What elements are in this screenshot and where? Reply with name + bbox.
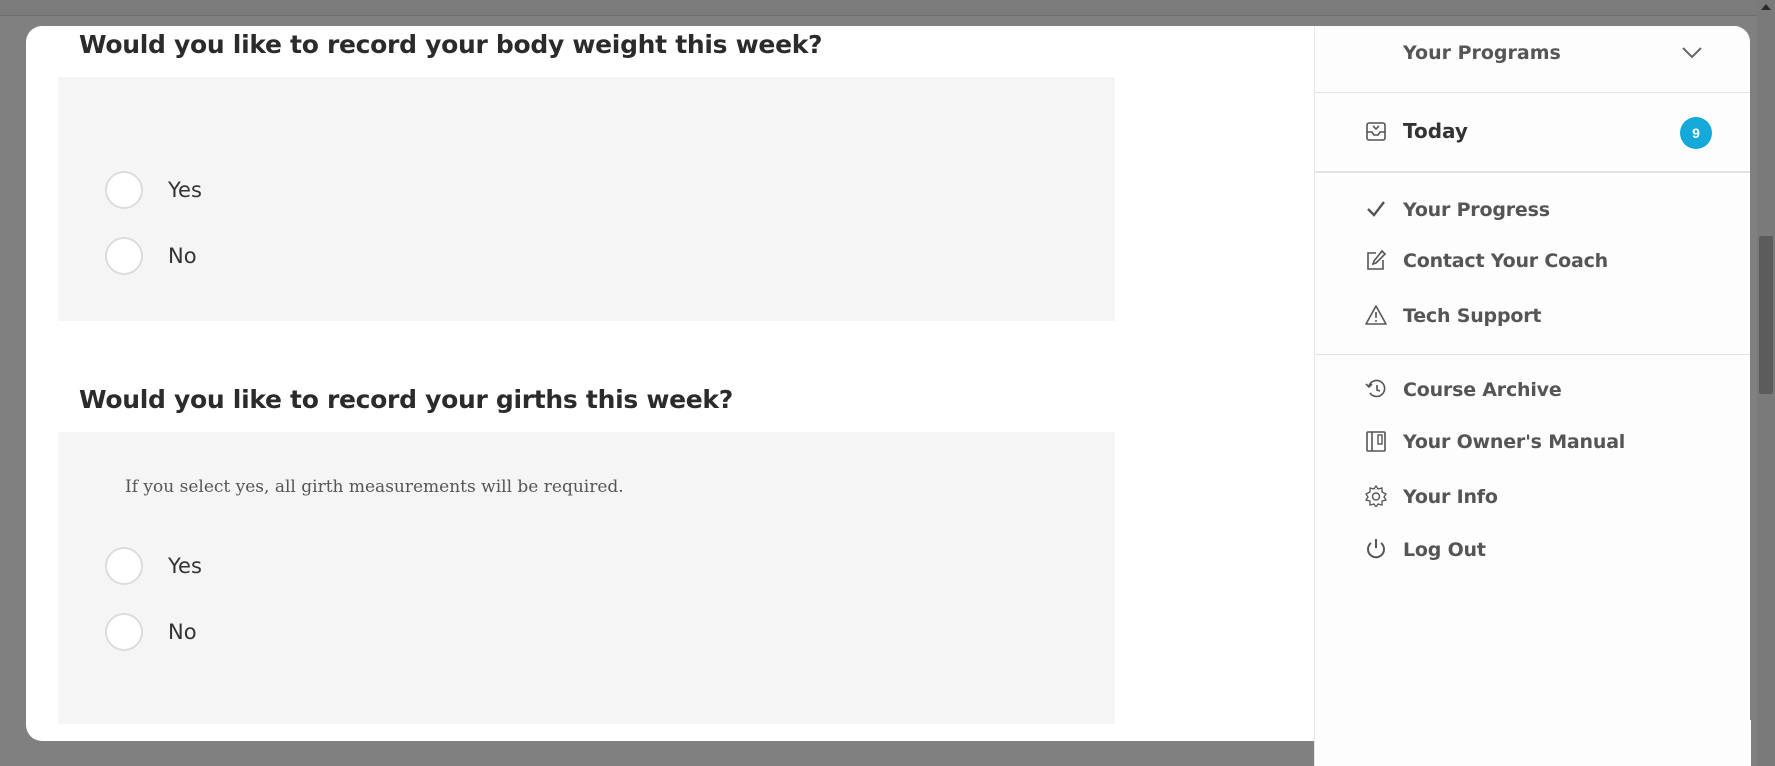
power-icon <box>1365 538 1387 560</box>
question-title-body-weight: Would you like to record your body weigh… <box>79 30 823 59</box>
radio-label: Yes <box>168 554 202 578</box>
scroll-up-arrow-icon[interactable] <box>1761 4 1771 10</box>
navigation-sidebar: Your Programs Today 9 Your Progress Cont… <box>1314 26 1750 741</box>
questionnaire-panel: Would you like to record your body weigh… <box>26 26 1314 741</box>
radio-option-girths-yes[interactable]: Yes <box>105 547 202 585</box>
sidebar-item-label: Course Archive <box>1403 379 1562 401</box>
sidebar-item-label: Contact Your Coach <box>1403 250 1608 272</box>
sidebar-item-label: Tech Support <box>1403 305 1542 327</box>
radio-label: No <box>168 244 197 268</box>
sidebar-item-contact-your-coach[interactable]: Contact Your Coach <box>1315 241 1750 281</box>
radio-option-girths-no[interactable]: No <box>105 613 197 651</box>
chevron-down-icon <box>1681 46 1703 60</box>
inbox-icon <box>1365 120 1387 142</box>
sidebar-item-your-progress[interactable]: Your Progress <box>1315 190 1750 230</box>
question-title-girths: Would you like to record your girths thi… <box>79 385 733 414</box>
sidebar-item-course-archive[interactable]: Course Archive <box>1315 370 1750 410</box>
radio-option-body-weight-no[interactable]: No <box>105 237 197 275</box>
today-count-badge: 9 <box>1680 117 1712 149</box>
gear-icon <box>1365 485 1387 507</box>
warning-triangle-icon <box>1365 304 1387 326</box>
sidebar-item-label: Your Progress <box>1403 199 1550 221</box>
your-programs-dropdown[interactable]: Your Programs <box>1315 26 1750 93</box>
radio-option-body-weight-yes[interactable]: Yes <box>105 171 202 209</box>
checkin-modal: Would you like to record your body weigh… <box>26 26 1750 741</box>
radio-button[interactable] <box>105 547 143 585</box>
question-note-girths: If you select yes, all girth measurement… <box>125 477 624 497</box>
sidebar-item-label: Log Out <box>1403 539 1486 561</box>
sidebar-item-today[interactable]: Today 9 <box>1315 93 1750 173</box>
question-card-girths: If you select yes, all girth measurement… <box>58 432 1115 724</box>
radio-label: Yes <box>168 178 202 202</box>
browser-bookmarks-bar <box>0 0 1757 16</box>
sidebar-item-tech-support[interactable]: Tech Support <box>1315 296 1750 336</box>
question-card-body-weight: Yes No <box>58 77 1115 321</box>
radio-button[interactable] <box>105 613 143 651</box>
scrollbar-thumb[interactable] <box>1759 236 1773 394</box>
your-programs-label: Your Programs <box>1403 42 1561 64</box>
sidebar-item-label: Your Info <box>1403 486 1498 508</box>
sidebar-item-label: Your Owner's Manual <box>1403 431 1626 453</box>
check-icon <box>1365 198 1387 220</box>
sidebar-item-label: Today <box>1403 119 1468 143</box>
radio-button[interactable] <box>105 237 143 275</box>
radio-button[interactable] <box>105 171 143 209</box>
history-icon <box>1365 378 1387 400</box>
sidebar-divider <box>1315 354 1750 355</box>
sidebar-item-owners-manual[interactable]: Your Owner's Manual <box>1315 422 1750 462</box>
sidebar-item-log-out[interactable]: Log Out <box>1315 530 1750 570</box>
radio-label: No <box>168 620 197 644</box>
sidebar-item-your-info[interactable]: Your Info <box>1315 477 1750 517</box>
page-scrollbar[interactable] <box>1757 0 1775 766</box>
manual-book-icon <box>1365 430 1387 452</box>
pencil-square-icon <box>1365 249 1387 271</box>
